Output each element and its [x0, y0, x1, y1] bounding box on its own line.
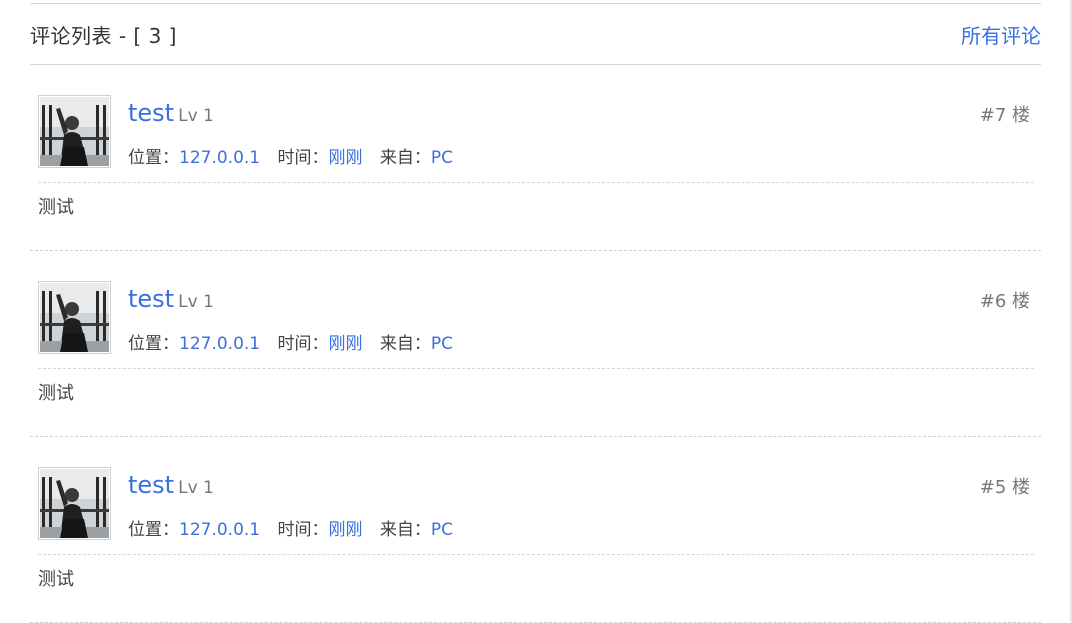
- location-label: 位置：: [128, 148, 179, 168]
- location-value[interactable]: 127.0.0.1: [179, 520, 260, 540]
- time-label: 时间：: [277, 334, 329, 354]
- user-line: test Lv 1: [128, 471, 214, 499]
- comment-content: 测试: [38, 197, 74, 218]
- source-value[interactable]: PC: [431, 520, 453, 540]
- comment-content: 测试: [38, 383, 74, 404]
- floor-number: #6 楼: [979, 291, 1030, 312]
- avatar-image: [40, 97, 109, 166]
- user-level: Lv 1: [178, 292, 214, 312]
- floor-number: #7 楼: [979, 105, 1030, 126]
- comment-item: test Lv 1 位置：127.0.0.1 时间：刚刚 来自：PC #5 楼 测…: [30, 437, 1041, 623]
- location-label: 位置：: [128, 334, 179, 354]
- comment-header: test Lv 1 位置：127.0.0.1 时间：刚刚 来自：PC #6 楼: [38, 281, 1034, 369]
- page: 评论列表 - [ 3 ] 所有评论 test Lv 1 位置：127.0.0.1…: [0, 0, 1072, 623]
- avatar-image: [40, 283, 109, 352]
- comment-meta: 位置：127.0.0.1 时间：刚刚 来自：PC: [128, 143, 465, 168]
- avatar-image: [40, 469, 109, 538]
- comment-header: test Lv 1 位置：127.0.0.1 时间：刚刚 来自：PC #7 楼: [38, 95, 1034, 183]
- user-line: test Lv 1: [128, 99, 214, 127]
- source-value[interactable]: PC: [431, 148, 453, 168]
- comment-meta: 位置：127.0.0.1 时间：刚刚 来自：PC: [128, 515, 465, 540]
- floor-number: #5 楼: [979, 477, 1030, 498]
- comment-item: test Lv 1 位置：127.0.0.1 时间：刚刚 来自：PC #7 楼 测…: [30, 65, 1041, 251]
- username-link[interactable]: test: [128, 285, 174, 313]
- source-label: 来自：: [379, 520, 431, 540]
- time-label: 时间：: [277, 148, 329, 168]
- username-link[interactable]: test: [128, 471, 174, 499]
- source-label: 来自：: [379, 148, 431, 168]
- panel-title: 评论列表 - [ 3 ]: [30, 23, 177, 48]
- time-value[interactable]: 刚刚: [329, 148, 363, 168]
- source-label: 来自：: [379, 334, 431, 354]
- user-line: test Lv 1: [128, 285, 214, 313]
- panel-header: 评论列表 - [ 3 ] 所有评论: [30, 4, 1041, 65]
- time-value[interactable]: 刚刚: [329, 520, 363, 540]
- username-link[interactable]: test: [128, 99, 174, 127]
- user-level: Lv 1: [178, 106, 214, 126]
- avatar[interactable]: [38, 467, 111, 540]
- user-level: Lv 1: [178, 478, 214, 498]
- time-label: 时间：: [277, 520, 329, 540]
- avatar[interactable]: [38, 281, 111, 354]
- comment-content: 测试: [38, 569, 74, 590]
- comment-header: test Lv 1 位置：127.0.0.1 时间：刚刚 来自：PC #5 楼: [38, 467, 1034, 555]
- all-comments-link[interactable]: 所有评论: [961, 20, 1041, 49]
- location-value[interactable]: 127.0.0.1: [179, 334, 260, 354]
- location-label: 位置：: [128, 520, 179, 540]
- avatar[interactable]: [38, 95, 111, 168]
- comment-meta: 位置：127.0.0.1 时间：刚刚 来自：PC: [128, 329, 465, 354]
- comment-item: test Lv 1 位置：127.0.0.1 时间：刚刚 来自：PC #6 楼 测…: [30, 251, 1041, 437]
- source-value[interactable]: PC: [431, 334, 453, 354]
- comment-panel: 评论列表 - [ 3 ] 所有评论 test Lv 1 位置：127.0.0.1…: [30, 3, 1041, 623]
- location-value[interactable]: 127.0.0.1: [179, 148, 260, 168]
- time-value[interactable]: 刚刚: [329, 334, 363, 354]
